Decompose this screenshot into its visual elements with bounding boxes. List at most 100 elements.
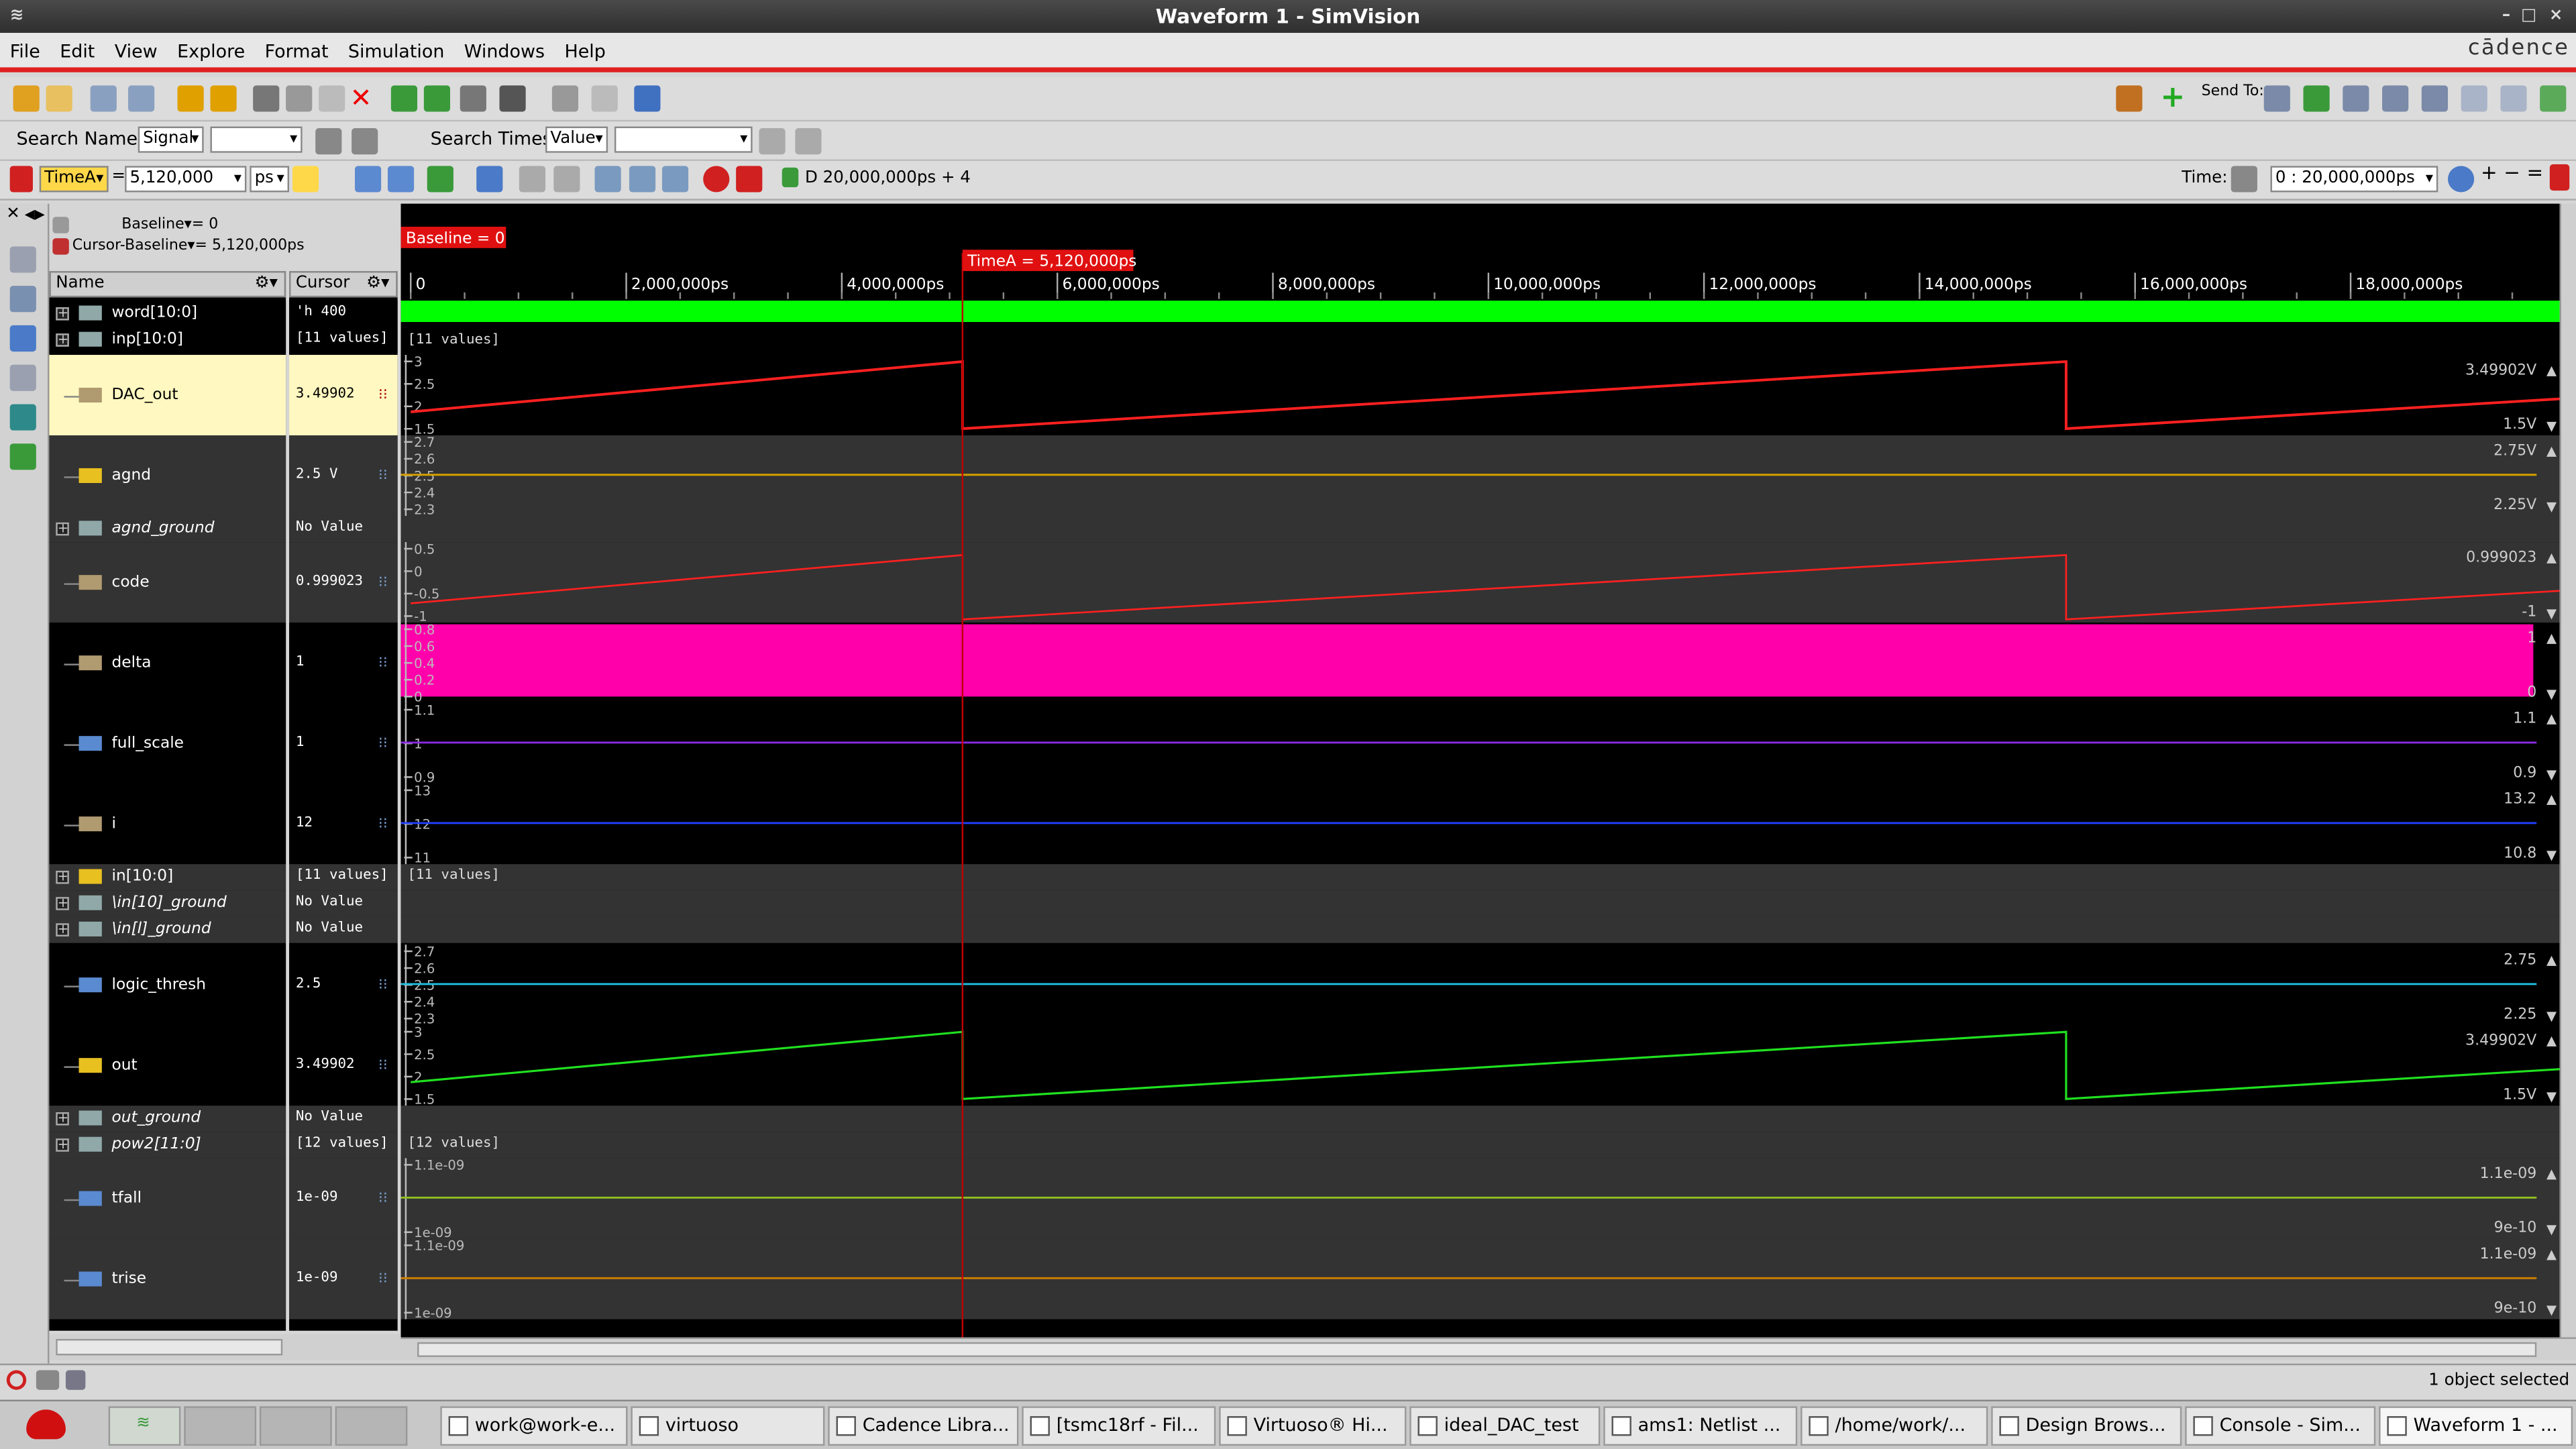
send-to-schematic-icon[interactable] [2263, 85, 2290, 112]
taskbar-item[interactable]: ideal_DAC_test [1409, 1406, 1601, 1446]
name-column-gear-icon[interactable]: ⚙▾ [255, 273, 278, 296]
send-waveform-icon[interactable] [390, 85, 418, 112]
value-format-icon[interactable]: ⁝⁝ [378, 736, 388, 752]
search-next-icon[interactable] [795, 128, 822, 155]
menu-format[interactable]: Format [255, 33, 338, 72]
expand-icon[interactable]: + [56, 333, 69, 347]
rewind-icon[interactable] [553, 166, 580, 193]
taskbar-item[interactable]: Cadence Libra... [828, 1406, 1019, 1446]
name-column-header[interactable]: Name ⚙▾ [49, 271, 286, 298]
taskbar-item[interactable]: Design Brows... [1991, 1406, 2182, 1446]
group-icon[interactable] [499, 85, 526, 112]
send-schematic-icon[interactable] [423, 85, 451, 112]
waveform-canvas[interactable]: 0 2,000,000ps 4,000,000ps 6,000,000ps 8,000,… [400, 203, 2560, 1338]
close-pane-icon[interactable]: ✕ [5, 206, 21, 223]
signal-row[interactable]: DAC_out [49, 354, 286, 435]
workspace-1[interactable]: ≋ [108, 1406, 181, 1446]
horizontal-scrollbar[interactable] [400, 1337, 2576, 1360]
horizontal-scroll-thumb[interactable] [417, 1342, 2537, 1357]
print-icon[interactable] [128, 85, 155, 112]
value-format-icon[interactable]: ⁝⁝ [378, 816, 388, 833]
value-format-icon[interactable]: ⁝⁝ [378, 1058, 388, 1074]
signal-row[interactable]: out [49, 1025, 286, 1106]
workspace-4[interactable] [335, 1406, 408, 1446]
send-register-icon[interactable] [460, 85, 486, 112]
value-format-icon[interactable]: ⁝⁝ [378, 468, 388, 484]
menu-explore[interactable]: Explore [167, 33, 254, 72]
signal-row[interactable]: delta [49, 623, 286, 704]
menu-help[interactable]: Help [555, 33, 616, 72]
copy-icon[interactable] [286, 85, 313, 112]
taskbar-item[interactable]: /home/work/... [1801, 1406, 1988, 1446]
sim-state-icon[interactable] [36, 1370, 60, 1390]
cursor-column-header[interactable]: Cursor ⚙▾ [289, 271, 398, 298]
search-names-next-icon[interactable] [352, 128, 378, 155]
workspace-2[interactable] [184, 1406, 257, 1446]
select-tool-icon[interactable] [9, 246, 36, 273]
signal-row[interactable]: full_scale [49, 703, 286, 784]
zoom-full-icon[interactable]: = [2527, 162, 2544, 191]
send-to-list-icon[interactable] [2500, 85, 2527, 112]
taskbar-item[interactable]: Waveform 1 - ... [2379, 1406, 2573, 1446]
expand-icon[interactable]: + [56, 1138, 69, 1152]
marker-icon[interactable] [551, 85, 579, 112]
signal-row[interactable]: + agnd_ground [49, 515, 286, 543]
signal-row[interactable]: + out_ground [49, 1106, 286, 1132]
zoom-cursor-icon[interactable] [2549, 164, 2570, 191]
signal-row[interactable]: + in[10:0] [49, 864, 286, 891]
stop-icon[interactable] [736, 166, 763, 193]
step-icon[interactable] [594, 166, 621, 193]
taskbar-item[interactable]: virtuoso [631, 1406, 825, 1446]
close-icon[interactable]: × [2549, 0, 2563, 33]
taskbar-item[interactable]: ams1: Netlist ... [1603, 1406, 1798, 1446]
search-names-icon[interactable] [315, 128, 342, 155]
search-names-type[interactable]: Signal [138, 126, 204, 153]
signal-row[interactable]: + word[10:0] [49, 301, 286, 327]
record-icon[interactable] [703, 166, 730, 193]
value-format-icon[interactable]: ⁝⁝ [378, 1272, 388, 1288]
tools-icon[interactable] [2116, 85, 2143, 112]
signal-row[interactable]: agnd [49, 435, 286, 516]
zoom-out-icon[interactable]: − [2504, 162, 2520, 191]
signal-row[interactable]: logic_thresh [49, 945, 286, 1026]
taskbar-item[interactable]: Virtuoso® Hi... [1219, 1406, 1407, 1446]
menu-edit[interactable]: Edit [50, 33, 105, 72]
cursor-select[interactable]: TimeA [39, 166, 109, 193]
value-format-icon[interactable]: ⁝⁝ [378, 655, 388, 672]
name-scrollbar[interactable] [49, 1334, 401, 1360]
time-range-input[interactable]: 0 : 20,000,000ps [2270, 166, 2438, 193]
paste-icon[interactable] [319, 85, 345, 112]
window-menu-icon[interactable]: ≋ [10, 0, 24, 33]
zoom-in-icon[interactable]: + [2481, 162, 2498, 191]
name-scroll-thumb[interactable] [56, 1338, 283, 1356]
expand-icon[interactable]: + [56, 896, 69, 910]
signal-row[interactable]: + \in[l]_ground [49, 916, 286, 943]
signal-row[interactable]: code [49, 542, 286, 623]
expand-icon[interactable]: + [56, 307, 69, 321]
signal-row[interactable]: + \in[10]_ground [49, 890, 286, 917]
transition-icon[interactable] [427, 166, 453, 193]
expand-icon[interactable]: + [56, 922, 69, 936]
next-edge-icon[interactable] [387, 166, 415, 193]
console-icon[interactable] [65, 1370, 86, 1390]
cut-icon[interactable] [253, 85, 280, 112]
divider-icon[interactable] [591, 85, 618, 112]
step-in-icon[interactable] [629, 166, 656, 193]
menu-view[interactable]: View [105, 33, 167, 72]
list-tool-icon[interactable] [9, 364, 36, 391]
stop-sim-icon[interactable] [6, 1370, 27, 1390]
trace-tool-icon[interactable] [9, 443, 36, 470]
workspace-3[interactable] [259, 1406, 332, 1446]
cursor-column-gear-icon[interactable]: ⚙▾ [366, 273, 389, 296]
signal-row[interactable]: i [49, 784, 286, 865]
signal-row[interactable]: + inp[10:0] [49, 327, 286, 354]
menu-simulation[interactable]: Simulation [338, 33, 454, 72]
search-times-type[interactable]: Value [545, 126, 608, 153]
send-to-browser-icon[interactable] [2421, 85, 2449, 112]
copy-window-icon[interactable] [90, 85, 117, 112]
taskbar-item[interactable]: Console - Sim... [2185, 1406, 2376, 1446]
pane-arrows-icon[interactable]: ◀▶ [25, 207, 45, 223]
pause-icon[interactable] [519, 166, 546, 193]
waveform-area[interactable]: 0 2,000,000ps 4,000,000ps 6,000,000ps 8,000,… [400, 203, 2560, 1338]
value-format-icon[interactable]: ⁝⁝ [378, 977, 388, 994]
